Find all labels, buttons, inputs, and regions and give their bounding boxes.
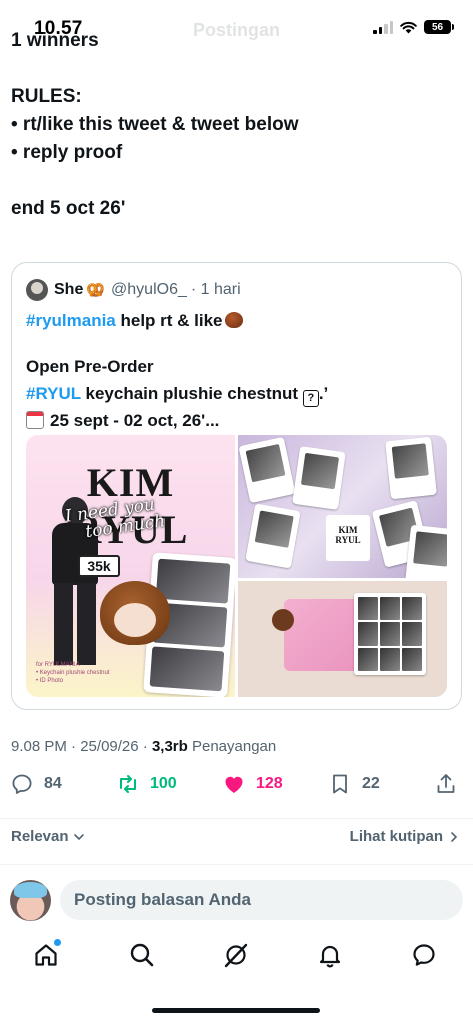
view-quotes-link[interactable]: Lihat kutipan xyxy=(350,828,459,845)
media-image-stickers[interactable]: KIM RYUL xyxy=(238,435,447,578)
chestnut-plushie xyxy=(100,581,170,645)
divider xyxy=(0,864,473,865)
view-count[interactable]: 3,3rb xyxy=(152,738,188,755)
bell-icon xyxy=(319,945,341,968)
pretzel-emoji-icon: 🥨 xyxy=(86,282,106,299)
price-tag: 35k xyxy=(78,555,120,577)
reply-icon xyxy=(12,774,32,794)
notification-dot xyxy=(54,939,61,946)
tab-notifications[interactable] xyxy=(316,941,346,971)
home-indicator xyxy=(152,1008,320,1013)
repost-icon xyxy=(120,775,136,793)
tweet-line: • reply proof xyxy=(11,142,123,163)
quoted-author-name[interactable]: She xyxy=(54,281,83,299)
tweet-date: 25/09/26 xyxy=(80,738,139,755)
repost-count: 100 xyxy=(150,775,177,792)
tweet-line: RULES: xyxy=(11,86,82,107)
like-count: 128 xyxy=(256,775,283,792)
tab-messages[interactable] xyxy=(410,941,440,971)
views-label: Penayangan xyxy=(187,738,277,755)
unknown-glyph-icon: ? xyxy=(302,390,319,407)
chevron-down-icon xyxy=(73,833,84,840)
message-icon xyxy=(413,944,435,966)
quoted-tweet[interactable]: She 🥨 @hyulO6_ · 1 hari #ryulmania help … xyxy=(11,262,462,710)
reply-count: 84 xyxy=(44,775,62,792)
tweet-line: • rt/like this tweet & tweet below xyxy=(11,114,299,135)
quoted-tweet-header: She 🥨 @hyulO6_ · 1 hari xyxy=(26,279,241,301)
like-button[interactable]: 128 xyxy=(222,772,283,796)
bottom-tab-bar xyxy=(0,935,473,979)
hashtag-link[interactable]: #RYUL xyxy=(26,384,81,403)
sort-label: Relevan xyxy=(11,828,69,845)
reply-button[interactable]: 84 xyxy=(10,772,62,796)
chevron-right-icon xyxy=(451,831,458,842)
bookmark-count: 22 xyxy=(362,775,380,792)
tweet-line: end 5 oct 26' xyxy=(11,198,126,219)
tab-home[interactable] xyxy=(32,939,62,971)
tweet-text: 1 winners RULES: • rt/like this tweet & … xyxy=(11,30,461,223)
hashtag-link[interactable]: #ryulmania xyxy=(26,311,116,330)
share-icon xyxy=(437,774,455,793)
bookmark-button[interactable]: 22 xyxy=(328,772,380,796)
repost-button[interactable]: 100 xyxy=(116,772,177,796)
tab-grok[interactable] xyxy=(222,941,252,971)
quoted-author-handle: @hyulO6_ xyxy=(111,281,187,298)
tweet-meta: 9.08 PM · 25/09/26 · 3,3rb Penayangan xyxy=(11,738,277,755)
reply-composer: Posting balasan Anda xyxy=(0,876,473,924)
bookmark-icon xyxy=(333,774,347,794)
calendar-emoji-icon xyxy=(26,411,44,429)
action-bar: 84 100 128 22 xyxy=(0,772,473,806)
tweet-time: 9.08 PM xyxy=(11,738,67,755)
chestnut-plushie xyxy=(272,609,294,631)
media-image-poster[interactable]: KIM RYUL I need you too much 35k for RYU… xyxy=(26,435,235,697)
quoted-tweet-text: #ryulmania help rt & like Open Pre-Order… xyxy=(26,307,451,434)
view-quotes-label: Lihat kutipan xyxy=(349,828,443,845)
tweet-line: 1 winners xyxy=(11,30,99,51)
avatar[interactable] xyxy=(10,880,51,921)
tab-search[interactable] xyxy=(128,941,158,971)
media-image-card[interactable] xyxy=(238,581,447,697)
quoted-author-avatar[interactable] xyxy=(26,279,48,301)
grok-icon xyxy=(224,943,248,968)
sort-dropdown[interactable]: Relevan xyxy=(11,828,85,845)
sticker-title: KIM RYUL xyxy=(326,515,370,561)
chestnut-emoji-icon xyxy=(224,312,243,328)
poster-footer: for RYULMANIA • Keychain plushie chestnu… xyxy=(36,662,110,684)
quoted-tweet-time: · 1 hari xyxy=(190,281,241,298)
divider xyxy=(0,818,473,819)
reply-filter-row: Relevan Lihat kutipan xyxy=(0,826,473,850)
heart-filled-icon xyxy=(225,776,243,793)
search-icon xyxy=(130,943,154,967)
share-button[interactable] xyxy=(434,772,468,796)
quoted-line: 25 sept - 02 oct, 26'... xyxy=(50,411,220,430)
quoted-line: Open Pre-Order xyxy=(26,357,154,376)
photo-grid xyxy=(354,593,426,675)
reply-input[interactable]: Posting balasan Anda xyxy=(60,880,463,920)
